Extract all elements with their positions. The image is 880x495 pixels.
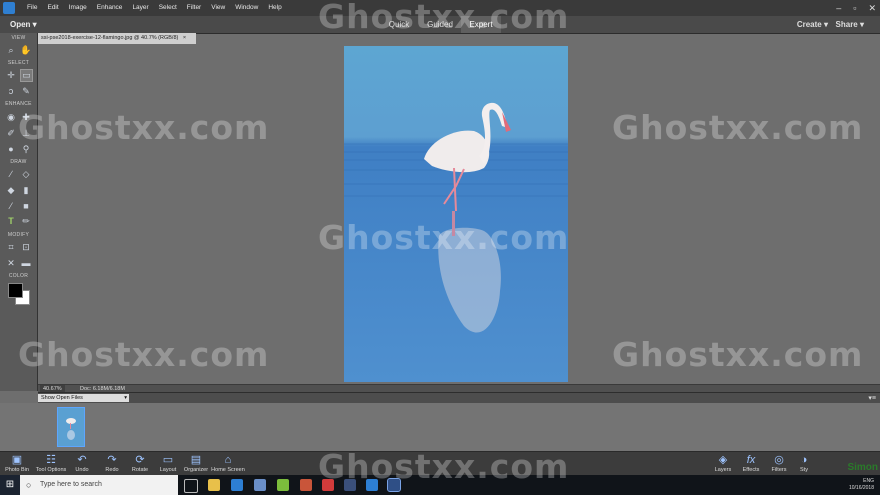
app-logo-icon	[3, 2, 15, 14]
section-view-label: VIEW	[11, 35, 26, 41]
pencil-tool-icon[interactable]: ✏	[20, 215, 32, 227]
section-enhance-label: ENHANCE	[5, 101, 32, 107]
document-tab-label: ssi-pse2018-exercise-12-flamingo.jpg @ 4…	[41, 35, 179, 41]
home-screen-label: Home Screen	[211, 467, 245, 473]
brush-tool-icon[interactable]: ∕	[5, 168, 17, 180]
tray-clock[interactable]: ENG 10/16/2018	[849, 478, 874, 492]
styles-icon: ◑	[800, 454, 808, 466]
open-label: Open	[10, 20, 31, 29]
organizer-label: Organizer	[183, 467, 209, 473]
section-modify-label: MODIFY	[7, 232, 30, 238]
simon-logo: Simon	[847, 462, 878, 473]
watermark: Ghostxx.com	[612, 335, 864, 374]
eyedropper-tool-icon[interactable]: ⁄	[5, 200, 17, 212]
section-draw-label: DRAW	[10, 159, 27, 165]
section-color-label: COLOR	[8, 273, 29, 279]
menu-file[interactable]: File	[22, 0, 42, 16]
close-button[interactable]: ✕	[868, 0, 876, 16]
gradient-tool-icon[interactable]: ▮	[20, 184, 32, 196]
hand-tool-icon[interactable]: ✋	[20, 44, 32, 56]
zoom-tool-icon[interactable]: ⌕	[5, 44, 17, 56]
app-icon-2[interactable]	[277, 479, 289, 491]
smart-brush-tool-icon[interactable]: ✐	[5, 127, 17, 139]
section-select-label: SELECT	[7, 60, 30, 66]
photo-bin-thumbnail[interactable]	[57, 407, 85, 447]
task-view-icon[interactable]	[184, 479, 198, 493]
foreground-color-swatch[interactable]	[8, 283, 23, 298]
document-tab[interactable]: ssi-pse2018-exercise-12-flamingo.jpg @ 4…	[38, 33, 196, 44]
effects-label: Effects	[742, 467, 760, 473]
menu-image[interactable]: Image	[64, 0, 92, 16]
straighten-tool-icon[interactable]: ▬	[20, 257, 32, 269]
menu-select[interactable]: Select	[154, 0, 182, 16]
tray-language: ENG	[863, 478, 874, 484]
menu-window[interactable]: Window	[230, 0, 263, 16]
watermark: Ghostxx.com	[318, 0, 570, 36]
redo-label: Redo	[105, 467, 119, 473]
window-controls: – ▫ ✕	[836, 0, 876, 16]
rotate-label: Rotate	[131, 467, 149, 473]
minimize-button[interactable]: –	[836, 0, 841, 16]
menu-view[interactable]: View	[206, 0, 230, 16]
red-eye-tool-icon[interactable]: ◉	[5, 111, 17, 123]
eraser-tool-icon[interactable]: ◇	[20, 168, 32, 180]
main-menu: File Edit Image Enhance Layer Select Fil…	[22, 0, 287, 16]
watermark: Ghostxx.com	[18, 108, 270, 147]
home-screen-button[interactable]: ⌂ Home Screen	[208, 454, 248, 473]
maximize-button[interactable]: ▫	[853, 0, 856, 16]
tray-date: 10/16/2018	[848, 485, 874, 491]
marquee-tool-icon[interactable]: ▭	[20, 69, 33, 82]
watermark: Ghostxx.com	[612, 108, 864, 147]
styles-button[interactable]: ◑ Sty	[784, 454, 824, 473]
paint-bucket-tool-icon[interactable]: ◆	[5, 184, 17, 196]
show-open-files-dropdown[interactable]: Show Open Files ▾	[38, 394, 129, 402]
move-tool-icon[interactable]: ✛	[5, 69, 17, 81]
open-button[interactable]: Open ▾	[10, 16, 37, 33]
menu-enhance[interactable]: Enhance	[92, 0, 128, 16]
search-icon: ○	[26, 480, 32, 490]
styles-label: Sty	[800, 467, 808, 473]
menu-edit[interactable]: Edit	[42, 0, 63, 16]
flamingo-photo[interactable]	[344, 46, 568, 382]
recompose-tool-icon[interactable]: ⊡	[20, 241, 32, 253]
layers-label: Layers	[714, 467, 732, 473]
shape-tool-icon[interactable]: ■	[20, 200, 32, 212]
quick-selection-tool-icon[interactable]: ✎	[20, 85, 32, 97]
app-icon-3[interactable]	[300, 479, 312, 491]
home-icon: ⌂	[224, 454, 232, 466]
watermark: Ghostxx.com	[318, 447, 570, 486]
undo-label: Undo	[75, 467, 89, 473]
photo-bin-label: Photo Bin	[5, 467, 29, 473]
layout-label: Layout	[159, 467, 177, 473]
edge-icon[interactable]	[231, 479, 243, 491]
content-aware-move-tool-icon[interactable]: ✕	[5, 257, 17, 269]
app-icon-1[interactable]	[254, 479, 266, 491]
flamingo-thumbnail-image	[58, 408, 84, 446]
share-label: Share	[835, 20, 858, 29]
create-label: Create	[796, 20, 822, 29]
lasso-tool-icon[interactable]: ↄ	[5, 85, 17, 97]
watermark: Ghostxx.com	[18, 335, 270, 374]
share-button[interactable]: Share ▾	[836, 16, 864, 33]
file-explorer-icon[interactable]	[208, 479, 220, 491]
menu-help[interactable]: Help	[263, 0, 286, 16]
photo-bin-panel	[0, 403, 880, 451]
chevron-down-icon: ▾	[124, 395, 127, 401]
watermark: Ghostxx.com	[318, 218, 570, 257]
menu-layer[interactable]: Layer	[127, 0, 153, 16]
blur-tool-icon[interactable]: ●	[5, 143, 17, 155]
start-button[interactable]: ⊞	[0, 475, 20, 495]
taskbar-search-box[interactable]: Type here to search	[20, 475, 178, 495]
crop-tool-icon[interactable]: ⌗	[5, 241, 17, 253]
dropdown-value: Show Open Files	[41, 395, 83, 401]
flamingo-image	[344, 46, 568, 382]
create-button[interactable]: Create ▾	[797, 16, 828, 33]
type-tool-icon[interactable]: T	[5, 215, 17, 227]
menu-filter[interactable]: Filter	[182, 0, 206, 16]
document-tab-close-icon[interactable]: ×	[183, 35, 186, 41]
